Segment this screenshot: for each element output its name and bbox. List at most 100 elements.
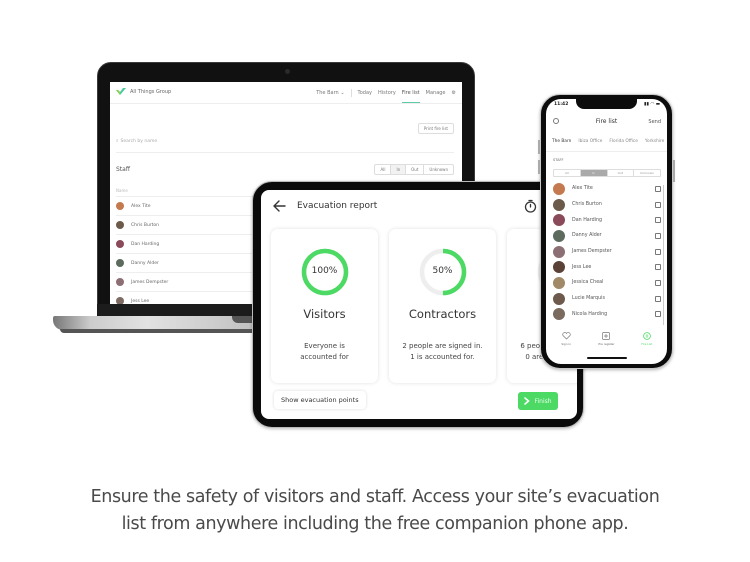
search-icon: ⌕ xyxy=(116,139,119,144)
chevron-right-icon xyxy=(524,397,531,405)
status-time: 11:42 xyxy=(554,102,569,107)
card-label: Contractors xyxy=(408,307,477,321)
avatar xyxy=(116,297,124,304)
table-row[interactable]: Chris Burton xyxy=(116,215,256,234)
avatar xyxy=(116,240,124,248)
list-item[interactable]: Danny Alder xyxy=(553,228,661,244)
section-title: Staff xyxy=(116,166,130,173)
back-arrow-icon[interactable] xyxy=(272,199,286,213)
list-item[interactable]: Dan Harding xyxy=(553,212,661,228)
caption-line-1: Ensure the safety of visitors and staff.… xyxy=(90,487,660,507)
site-tab-florida-office[interactable]: Florida Office xyxy=(609,139,638,144)
table-row[interactable]: Danny Alder xyxy=(116,253,256,272)
accounted-checkbox[interactable] xyxy=(655,185,661,192)
percent-label: 100% xyxy=(311,266,338,276)
list-item[interactable]: Jessica Cheal xyxy=(553,275,661,291)
site-selector[interactable]: The Barn ⌄ xyxy=(316,90,344,96)
report-card-contractors[interactable]: 50% Contractors 2 people are signed in. 1 … xyxy=(389,229,496,383)
avatar xyxy=(116,202,124,210)
search-input[interactable]: ⌕ Search by name xyxy=(116,138,157,145)
home-indicator xyxy=(587,357,627,359)
site-tab-the-barn[interactable]: The Barn xyxy=(552,139,571,144)
filter-unknown[interactable]: Unknown xyxy=(634,170,660,176)
filter-unknown[interactable]: Unknown xyxy=(424,165,453,174)
avatar xyxy=(553,276,565,289)
table-row[interactable]: Alex Tite xyxy=(116,196,256,215)
fire-shield-icon xyxy=(643,332,651,340)
phone-power-button xyxy=(673,160,675,182)
filter-all[interactable]: All xyxy=(375,165,392,174)
avatar xyxy=(553,261,565,274)
filter-all[interactable]: All xyxy=(554,170,581,176)
nav-fire-list[interactable]: Fire list xyxy=(401,90,420,103)
avatar xyxy=(116,278,124,286)
report-card-visitors[interactable]: 100% Visitors Everyone is accounted for xyxy=(271,229,378,383)
person-name: Chris Burton xyxy=(131,222,160,228)
finish-button[interactable]: Finish xyxy=(518,392,558,410)
person-name: Jess Lee xyxy=(572,264,592,270)
accounted-checkbox[interactable] xyxy=(655,201,661,208)
plus-square-icon xyxy=(602,332,611,340)
tab-fire-list[interactable]: Fire List xyxy=(629,332,665,346)
person-name: Dan Harding xyxy=(572,217,603,223)
filter-in[interactable]: In xyxy=(391,165,407,174)
person-name: Alex Tite xyxy=(131,203,151,209)
person-name: Chris Burton xyxy=(572,202,602,208)
accounted-checkbox[interactable] xyxy=(655,279,661,286)
heart-icon xyxy=(562,332,571,340)
print-fire-list-button[interactable]: Print fire list xyxy=(417,123,454,134)
nav-today[interactable]: Today xyxy=(358,90,372,96)
staff-table: Alex Tite Chris Burton Dan Harding Danny Al… xyxy=(116,196,256,304)
settings-icon[interactable]: ⚙ xyxy=(452,90,456,96)
show-evacuation-points-button[interactable]: Show evacuation points xyxy=(274,391,366,409)
list-item[interactable]: James Dempster xyxy=(553,244,661,260)
avatar xyxy=(553,308,565,321)
send-button[interactable]: Send xyxy=(648,119,661,125)
site-tab-ibiza-office[interactable]: Ibiza Office xyxy=(578,139,602,144)
accounted-checkbox[interactable] xyxy=(655,264,661,271)
filter-out[interactable]: Out xyxy=(608,170,635,176)
avatar xyxy=(553,182,565,195)
person-name: Jess Lee xyxy=(131,298,150,304)
brand-logo-icon xyxy=(116,88,126,95)
phone-volume-button xyxy=(538,160,540,174)
list-item[interactable]: Chris Burton xyxy=(553,197,661,213)
list-item[interactable]: Lucie Marquis xyxy=(553,291,661,307)
site-tab-yorkshire[interactable]: Yorkshire xyxy=(645,139,664,144)
table-row[interactable]: Dan Harding xyxy=(116,234,256,253)
accounted-checkbox[interactable] xyxy=(655,295,661,302)
avatar xyxy=(553,214,565,227)
filter-in[interactable]: In xyxy=(580,170,608,176)
caption-line-2: list from anywhere including the free co… xyxy=(121,514,629,534)
phone-notch xyxy=(576,99,637,109)
person-name: Lucie Marquis xyxy=(572,296,605,302)
status-filter: All In Out Unknown xyxy=(553,169,661,177)
stopwatch-icon[interactable] xyxy=(524,199,537,213)
bottom-tab-bar: Sign in Pre register Fire List xyxy=(546,332,667,346)
list-item[interactable]: Jess Lee xyxy=(553,259,661,275)
tab-pre-register[interactable]: Pre register xyxy=(588,332,624,346)
nav-separator xyxy=(350,89,352,97)
list-item[interactable]: Nicola Harding xyxy=(553,307,661,323)
tab-sign-in[interactable]: Sign in xyxy=(548,332,584,346)
nav-manage[interactable]: Manage xyxy=(426,90,446,96)
person-name: James Dempster xyxy=(131,279,169,285)
avatar xyxy=(553,292,565,305)
accounted-checkbox[interactable] xyxy=(655,232,661,239)
scrollbar[interactable] xyxy=(663,185,664,325)
nav-history[interactable]: History xyxy=(378,90,396,96)
avatar xyxy=(116,259,124,267)
accounted-checkbox[interactable] xyxy=(655,311,661,318)
table-row[interactable]: Jess Lee xyxy=(116,291,256,304)
filter-out[interactable]: Out xyxy=(406,165,425,174)
page-title: Evacuation report xyxy=(297,201,378,211)
avatar xyxy=(553,245,565,258)
web-header: All Things Group The Barn ⌄ Today Histor… xyxy=(110,82,462,104)
accounted-checkbox[interactable] xyxy=(655,248,661,255)
list-item[interactable]: Alex Tite xyxy=(553,181,661,197)
avatar xyxy=(116,221,124,229)
table-row[interactable]: James Dempster xyxy=(116,272,256,291)
avatar xyxy=(553,198,565,211)
accounted-checkbox[interactable] xyxy=(655,217,661,224)
divider xyxy=(116,152,454,153)
